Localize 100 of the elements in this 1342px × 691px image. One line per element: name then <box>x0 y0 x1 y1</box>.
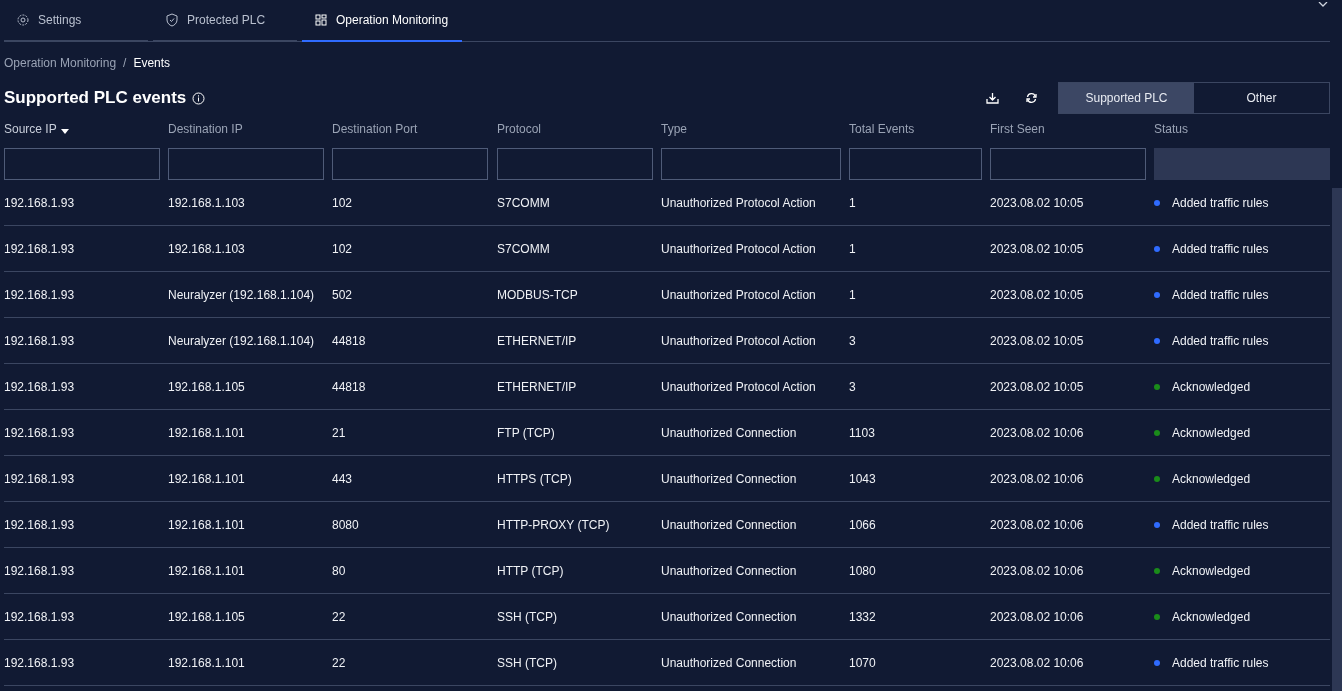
table-cell: 192.168.1.93 <box>4 333 75 348</box>
table-cell: 192.168.1.105 <box>168 379 245 394</box>
tab[interactable]: Settings <box>4 0 148 42</box>
table-cell: 192.168.1.103 <box>168 195 245 210</box>
status-text: Acknowledged <box>1172 470 1251 488</box>
table-cell: 192.168.1.93 <box>4 563 75 578</box>
column-header[interactable]: Total Events <box>849 120 915 138</box>
table-cell: Unauthorized Protocol Action <box>661 195 816 210</box>
sort-icon[interactable] <box>60 129 69 134</box>
table-cell: Unauthorized Protocol Action <box>661 241 816 256</box>
table-cell: 443 <box>332 471 353 486</box>
table-cell: 1070 <box>849 655 876 670</box>
table-cell: 2023.08.02 10:06 <box>990 655 1084 670</box>
status-text: Added traffic rules <box>1172 286 1269 304</box>
table-cell: 192.168.1.101 <box>168 425 245 440</box>
table-cell: 1 <box>849 195 856 210</box>
table-cell: 2023.08.02 10:06 <box>990 517 1084 532</box>
table-cell: 1 <box>849 287 856 302</box>
table-cell: 2023.08.02 10:06 <box>990 471 1084 486</box>
table-cell: 102 <box>332 241 353 256</box>
segment-button[interactable]: Other <box>1194 83 1329 113</box>
filter-field[interactable] <box>990 148 1146 180</box>
table-cell: 8080 <box>332 517 359 532</box>
segment-button[interactable]: Supported PLC <box>1059 83 1194 113</box>
table-cell: 3 <box>849 333 856 348</box>
filter-field[interactable] <box>4 148 160 180</box>
tab[interactable]: Operation Monitoring <box>302 0 462 42</box>
table-cell: 2023.08.02 10:05 <box>990 379 1084 394</box>
table-cell: MODBUS-TCP <box>497 287 578 302</box>
status-text: Acknowledged <box>1172 562 1251 580</box>
status-text: Added traffic rules <box>1172 332 1269 350</box>
table-cell: 2023.08.02 10:06 <box>990 425 1084 440</box>
status-text: Acknowledged <box>1172 424 1251 442</box>
table-cell: 2023.08.02 10:05 <box>990 333 1084 348</box>
column-header[interactable]: Destination Port <box>332 120 418 138</box>
table-cell: 192.168.1.93 <box>4 517 75 532</box>
table-cell: 192.168.1.93 <box>4 241 75 256</box>
table-cell: Unauthorized Connection <box>661 609 797 624</box>
tab[interactable]: Protected PLC <box>153 0 297 42</box>
breadcrumb-current: Events <box>133 55 171 72</box>
status-text: Added traffic rules <box>1172 516 1269 534</box>
filter-field[interactable] <box>661 148 841 180</box>
table-cell: 22 <box>332 609 346 624</box>
table-cell: HTTP-PROXY (TCP) <box>497 517 610 532</box>
table-cell: Unauthorized Connection <box>661 655 797 670</box>
table-cell: Neuralyzer (192.168.1.104) <box>168 333 315 348</box>
filter-field[interactable] <box>849 148 982 180</box>
table-cell: 192.168.1.93 <box>4 471 75 486</box>
table-cell: 2023.08.02 10:05 <box>990 241 1084 256</box>
page-title: Supported PLC events <box>4 87 187 110</box>
column-header[interactable]: First Seen <box>990 120 1045 138</box>
refresh-icon[interactable] <box>1025 92 1038 104</box>
table-cell: 192.168.1.93 <box>4 655 75 670</box>
breadcrumb-separator: / <box>123 55 127 72</box>
table-cell: 2023.08.02 10:06 <box>990 563 1084 578</box>
table-cell: SSH (TCP) <box>497 655 557 670</box>
table-cell: HTTP (TCP) <box>497 563 564 578</box>
table-cell: S7COMM <box>497 241 550 256</box>
info-icon[interactable] <box>192 91 206 105</box>
filter-field[interactable] <box>497 148 653 180</box>
table-cell: 102 <box>332 195 353 210</box>
table-cell: 1 <box>849 241 856 256</box>
table-cell: Unauthorized Protocol Action <box>661 333 816 348</box>
table-cell: 1332 <box>849 609 876 624</box>
table-cell: 192.168.1.101 <box>168 655 245 670</box>
column-header[interactable]: Destination IP <box>168 120 243 138</box>
table-cell: 44818 <box>332 333 366 348</box>
table-cell: 192.168.1.93 <box>4 287 75 302</box>
table-cell: Unauthorized Protocol Action <box>661 287 816 302</box>
status-text: Added traffic rules <box>1172 654 1269 672</box>
column-header[interactable]: Protocol <box>497 120 542 138</box>
table-cell: S7COMM <box>497 195 550 210</box>
table-cell: 22 <box>332 655 346 670</box>
table-cell: ETHERNET/IP <box>497 333 577 348</box>
table-cell: ETHERNET/IP <box>497 379 577 394</box>
table-cell: Unauthorized Connection <box>661 471 797 486</box>
column-header[interactable]: Type <box>661 120 687 138</box>
table-cell: SSH (TCP) <box>497 609 557 624</box>
table-cell: FTP (TCP) <box>497 425 555 440</box>
column-header[interactable]: Source IP <box>4 120 57 138</box>
gear-icon <box>16 13 30 27</box>
table-cell: 2023.08.02 10:05 <box>990 195 1084 210</box>
table-cell: 192.168.1.101 <box>168 563 245 578</box>
table-cell: 502 <box>332 287 353 302</box>
breadcrumb-link[interactable]: Operation Monitoring <box>4 54 117 72</box>
table-cell: 3 <box>849 379 856 394</box>
filter-field[interactable] <box>168 148 324 180</box>
table-cell: 2023.08.02 10:06 <box>990 609 1084 624</box>
table-cell: 2023.08.02 10:05 <box>990 287 1084 302</box>
scrollbar[interactable] <box>1332 188 1342 691</box>
table-cell: Unauthorized Connection <box>661 563 797 578</box>
table-cell: 192.168.1.93 <box>4 379 75 394</box>
table-cell: HTTPS (TCP) <box>497 471 572 486</box>
column-header[interactable]: Status <box>1154 120 1189 138</box>
status-text: Acknowledged <box>1172 378 1251 396</box>
filter-field[interactable] <box>332 148 488 180</box>
table-cell: 1043 <box>849 471 876 486</box>
download-icon[interactable] <box>986 92 999 104</box>
table-cell: 1103 <box>849 425 875 440</box>
status-text: Added traffic rules <box>1172 194 1269 212</box>
